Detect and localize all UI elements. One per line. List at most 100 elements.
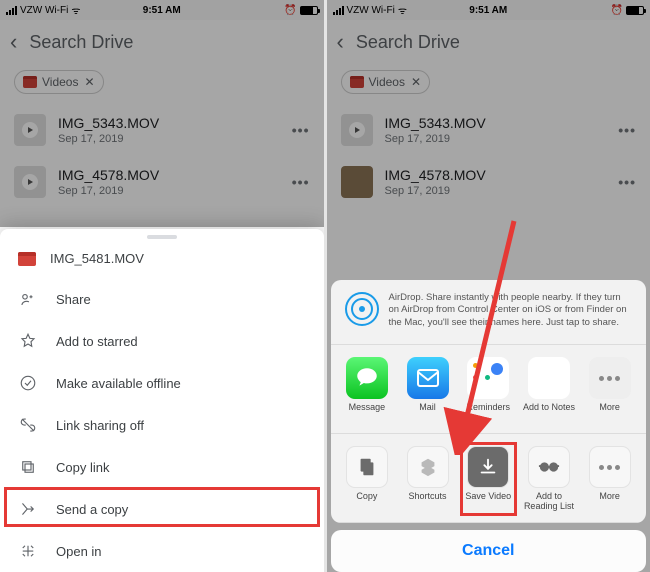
option-add-starred[interactable]: Add to starred — [0, 320, 324, 362]
reading-list-icon — [528, 446, 570, 488]
airdrop-text: AirDrop. Share instantly with people nea… — [389, 292, 633, 330]
action-label: Save Video — [465, 492, 511, 512]
send-icon — [18, 500, 38, 518]
share-label: Reminders — [467, 403, 511, 423]
action-copy[interactable]: Copy — [337, 446, 398, 512]
option-label: Make available offline — [56, 376, 181, 391]
status-bar: VZW Wi-Fi ᯤ 9:51 AM ⏰ — [327, 0, 650, 20]
reminders-icon — [467, 357, 509, 399]
close-icon[interactable]: ✕ — [411, 75, 421, 89]
share-label: Message — [349, 403, 386, 423]
action-label: More — [599, 492, 620, 512]
action-label: Copy — [356, 492, 377, 512]
filter-chip-videos[interactable]: Videos ✕ — [341, 70, 431, 94]
option-copy-link[interactable]: Copy link — [0, 446, 324, 488]
chip-label: Videos — [42, 75, 78, 89]
video-icon — [23, 76, 37, 88]
clock: 9:51 AM — [469, 5, 507, 16]
action-reading-list[interactable]: Add to Reading List — [519, 446, 580, 512]
airdrop-section[interactable]: AirDrop. Share instantly with people nea… — [331, 280, 647, 345]
file-date: Sep 17, 2019 — [58, 185, 292, 197]
option-share[interactable]: Share — [0, 278, 324, 320]
close-icon[interactable]: ✕ — [84, 75, 94, 89]
alarm-icon: ⏰ — [611, 5, 623, 16]
signal-icon — [333, 6, 344, 15]
file-name: IMG_5343.MOV — [58, 115, 292, 131]
option-open-in[interactable]: Open in — [0, 530, 324, 572]
video-thumb — [341, 166, 373, 198]
action-label: Shortcuts — [409, 492, 447, 512]
option-label: Add to starred — [56, 334, 138, 349]
more-icon — [589, 357, 631, 399]
option-label: Open in — [56, 544, 102, 559]
option-available-offline[interactable]: Make available offline — [0, 362, 324, 404]
search-title[interactable]: Search Drive — [356, 32, 460, 53]
wifi-icon: ᯤ — [398, 3, 407, 17]
video-icon — [18, 252, 36, 266]
save-video-icon — [467, 446, 509, 488]
airdrop-icon — [345, 292, 379, 326]
file-name: IMG_4578.MOV — [385, 167, 619, 183]
video-thumb — [14, 114, 46, 146]
list-item[interactable]: IMG_4578.MOV Sep 17, 2019 ••• — [327, 156, 650, 208]
message-icon — [346, 357, 388, 399]
option-label: Send a copy — [56, 502, 128, 517]
topnav: ‹ Search Drive — [0, 20, 324, 64]
share-app-reminders[interactable]: Reminders — [458, 357, 519, 423]
phone-right: VZW Wi-Fi ᯤ 9:51 AM ⏰ ‹ Search Drive Vid… — [327, 0, 650, 572]
more-icon[interactable]: ••• — [618, 122, 636, 138]
more-icon[interactable]: ••• — [618, 174, 636, 190]
signal-icon — [6, 6, 17, 15]
chip-label: Videos — [369, 75, 405, 89]
sheet-file-title: IMG_5481.MOV — [50, 251, 144, 266]
file-date: Sep 17, 2019 — [385, 185, 619, 197]
carrier-label: VZW Wi-Fi — [347, 5, 395, 16]
more-icon[interactable]: ••• — [292, 122, 310, 138]
share-icon — [18, 290, 38, 308]
share-app-more[interactable]: More — [579, 357, 640, 423]
battery-icon — [300, 6, 318, 15]
share-app-mail[interactable]: Mail — [397, 357, 458, 423]
openin-icon — [18, 542, 38, 560]
clock: 9:51 AM — [143, 5, 181, 16]
offline-icon — [18, 374, 38, 392]
grabber[interactable] — [147, 235, 177, 239]
option-link-sharing-off[interactable]: Link sharing off — [0, 404, 324, 446]
share-sheet: AirDrop. Share instantly with people nea… — [331, 280, 647, 572]
shortcuts-icon — [407, 446, 449, 488]
carrier-label: VZW Wi-Fi — [20, 5, 68, 16]
back-icon[interactable]: ‹ — [337, 29, 344, 55]
copy-icon — [346, 446, 388, 488]
option-send-copy[interactable]: Send a copy — [0, 488, 324, 530]
video-icon — [350, 76, 364, 88]
list-item[interactable]: IMG_4578.MOV Sep 17, 2019 ••• — [0, 156, 324, 208]
filter-chip-videos[interactable]: Videos ✕ — [14, 70, 104, 94]
copy-icon — [18, 458, 38, 476]
star-icon — [18, 332, 38, 350]
topnav: ‹ Search Drive — [327, 20, 650, 64]
share-label: Mail — [419, 403, 436, 423]
action-label: Add to Reading List — [519, 492, 580, 512]
share-app-notes[interactable]: Add to Notes — [519, 357, 580, 423]
search-title[interactable]: Search Drive — [29, 32, 133, 53]
file-date: Sep 17, 2019 — [58, 133, 292, 145]
alarm-icon: ⏰ — [284, 5, 296, 16]
option-label: Link sharing off — [56, 418, 144, 433]
notes-icon — [528, 357, 570, 399]
list-item[interactable]: IMG_5343.MOV Sep 17, 2019 ••• — [327, 104, 650, 156]
list-item[interactable]: IMG_5343.MOV Sep 17, 2019 ••• — [0, 104, 324, 156]
cancel-button[interactable]: Cancel — [331, 530, 647, 572]
video-thumb — [14, 166, 46, 198]
more-icon[interactable]: ••• — [292, 174, 310, 190]
file-actions-sheet: IMG_5481.MOV Share Add to starred Make a… — [0, 229, 324, 572]
option-label: Share — [56, 292, 91, 307]
share-apps-row: Message Mail Reminders Add to Notes More — [331, 345, 647, 434]
file-name: IMG_4578.MOV — [58, 167, 292, 183]
more-icon — [589, 446, 631, 488]
back-icon[interactable]: ‹ — [10, 29, 17, 55]
action-save-video[interactable]: Save Video — [458, 446, 519, 512]
share-app-message[interactable]: Message — [337, 357, 398, 423]
action-more[interactable]: More — [579, 446, 640, 512]
action-shortcuts[interactable]: Shortcuts — [397, 446, 458, 512]
link-off-icon — [18, 416, 38, 434]
